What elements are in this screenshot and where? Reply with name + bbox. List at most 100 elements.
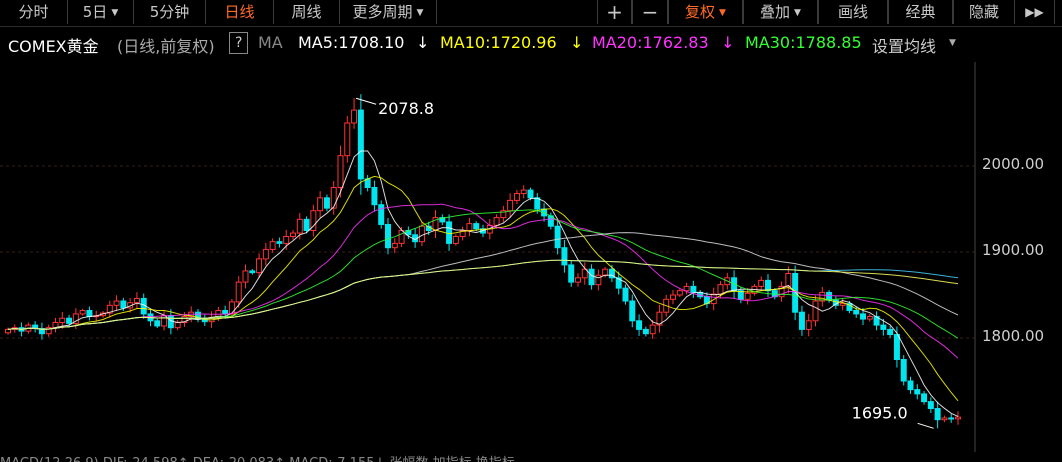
candle-body bbox=[113, 300, 120, 306]
candle-body bbox=[513, 193, 520, 201]
candle-body bbox=[330, 187, 337, 209]
candle-body bbox=[765, 279, 771, 292]
period-tab-label: 日线 bbox=[224, 3, 255, 21]
candle-body bbox=[86, 309, 93, 317]
tool-button-label: 叠加 bbox=[760, 3, 791, 21]
candle-body bbox=[351, 109, 358, 124]
ma-settings-link[interactable]: 设置均线 bbox=[872, 33, 936, 57]
tool-button-4[interactable]: 画线 bbox=[818, 0, 888, 24]
y-tick-label: 1800.00 bbox=[982, 327, 1045, 345]
period-tab-label: 5日 bbox=[82, 3, 108, 21]
ma5-value: MA5:1708.10 bbox=[298, 33, 405, 52]
tool-button-label: 经典 bbox=[905, 3, 936, 21]
candle-body bbox=[283, 236, 290, 244]
candle-body bbox=[602, 268, 609, 276]
tool-button-label: + bbox=[606, 0, 623, 24]
kline-chart[interactable]: 2078.8 1695.0 bbox=[0, 62, 1062, 452]
candle-body bbox=[758, 279, 765, 287]
candle-body bbox=[948, 417, 955, 420]
candle-body bbox=[805, 320, 812, 330]
tool-button-label: 隐藏 bbox=[968, 3, 999, 21]
period-tab-4[interactable]: 周线 bbox=[274, 0, 340, 24]
candle-body bbox=[371, 187, 378, 206]
candle-body bbox=[636, 320, 643, 330]
candle-body bbox=[398, 230, 405, 244]
candle-body bbox=[269, 241, 276, 250]
candle-body bbox=[5, 328, 11, 334]
candle-body bbox=[446, 221, 453, 244]
candle-body bbox=[717, 284, 724, 295]
candle-body bbox=[276, 241, 283, 244]
period-tab-2[interactable]: 5分钟 bbox=[134, 0, 206, 24]
low-marker-arrow bbox=[917, 422, 934, 429]
candle-body bbox=[235, 281, 242, 303]
candle-body bbox=[575, 277, 581, 283]
candle-body bbox=[941, 417, 948, 421]
dropdown-caret-icon: ▼ bbox=[719, 8, 726, 18]
candle-body bbox=[744, 292, 751, 300]
candle-body bbox=[527, 189, 534, 199]
symbol-name: COMEX黄金 bbox=[8, 37, 99, 56]
candle-body bbox=[934, 408, 941, 421]
tool-button-0[interactable]: + bbox=[597, 0, 632, 24]
high-price-label: 2078.8 bbox=[378, 99, 434, 118]
dropdown-caret-icon: ▼ bbox=[111, 8, 119, 18]
candle-body bbox=[622, 287, 629, 302]
candle-body bbox=[880, 324, 887, 330]
tool-button-1[interactable]: − bbox=[632, 0, 668, 24]
candle-body bbox=[853, 309, 860, 315]
period-tab-1[interactable]: 5日 ▼ bbox=[68, 0, 134, 24]
candle-body bbox=[249, 270, 256, 274]
candle-body bbox=[317, 197, 324, 212]
candle-body bbox=[337, 155, 344, 188]
candle-body bbox=[927, 401, 934, 410]
candle-body bbox=[385, 223, 391, 249]
candle-body bbox=[357, 109, 364, 180]
candle-body bbox=[466, 223, 473, 231]
candle-body bbox=[303, 218, 310, 232]
help-icon[interactable]: ? bbox=[229, 32, 249, 54]
candle-body bbox=[812, 300, 819, 322]
ma-legend: COMEX黄金 (日线,前复权) ? MA MA5:1708.10 ↓ MA10… bbox=[0, 32, 1062, 59]
candle-body bbox=[900, 359, 907, 382]
candle-body bbox=[59, 317, 66, 324]
tool-button-6[interactable]: 隐藏 bbox=[953, 0, 1015, 24]
candle-body bbox=[921, 393, 928, 403]
candle-body bbox=[670, 294, 676, 300]
candle-body bbox=[228, 301, 235, 315]
tool-button-2[interactable]: 复权 ▼ bbox=[668, 0, 743, 24]
period-tab-label: 更多周期 bbox=[352, 3, 413, 21]
candle-body bbox=[860, 313, 866, 320]
period-tab-3[interactable]: 日线 bbox=[206, 0, 274, 24]
candle-body bbox=[256, 258, 263, 274]
candle-body bbox=[588, 268, 595, 286]
candle-body bbox=[161, 315, 168, 327]
ma10-line bbox=[7, 175, 959, 402]
candle-body bbox=[866, 316, 873, 320]
y-tick-label: 2000.00 bbox=[982, 155, 1045, 173]
settings-caret-icon[interactable]: ▼ bbox=[949, 38, 956, 48]
candle-body bbox=[507, 199, 514, 212]
ma10-value: MA10:1720.96 bbox=[440, 33, 557, 52]
tool-button-5[interactable]: 经典 bbox=[888, 0, 953, 24]
candle-body bbox=[133, 297, 140, 304]
candle-body bbox=[792, 273, 799, 313]
period-toolbar: 分时 5日 ▼ 5分钟 日线 周线 更多周期 ▼ + − 复权 ▼ 叠加 ▼ 画线 经典 隐藏 ▶▶ bbox=[0, 0, 1062, 27]
candle-body bbox=[554, 225, 561, 249]
candle-body bbox=[222, 309, 229, 315]
candle-body bbox=[66, 317, 73, 324]
ma30-value: MA30:1788.85 bbox=[745, 33, 862, 52]
candle-body bbox=[290, 232, 296, 238]
period-tab-0[interactable]: 分时 bbox=[0, 0, 68, 24]
tool-button-label: − bbox=[641, 0, 659, 24]
double-chevron-right-icon[interactable]: ▶▶ bbox=[1015, 0, 1055, 24]
period-tab-label: 5分钟 bbox=[149, 3, 190, 21]
ma20-value: MA20:1762.83 bbox=[592, 33, 709, 52]
period-tab-5[interactable]: 更多周期 ▼ bbox=[340, 0, 437, 24]
tool-button-label: 复权 bbox=[685, 3, 716, 21]
candle-body bbox=[798, 311, 805, 330]
candle-body bbox=[893, 334, 900, 360]
tool-button-3[interactable]: 叠加 ▼ bbox=[743, 0, 818, 24]
period-tab-label: 周线 bbox=[291, 3, 322, 21]
candle-body bbox=[629, 300, 636, 322]
